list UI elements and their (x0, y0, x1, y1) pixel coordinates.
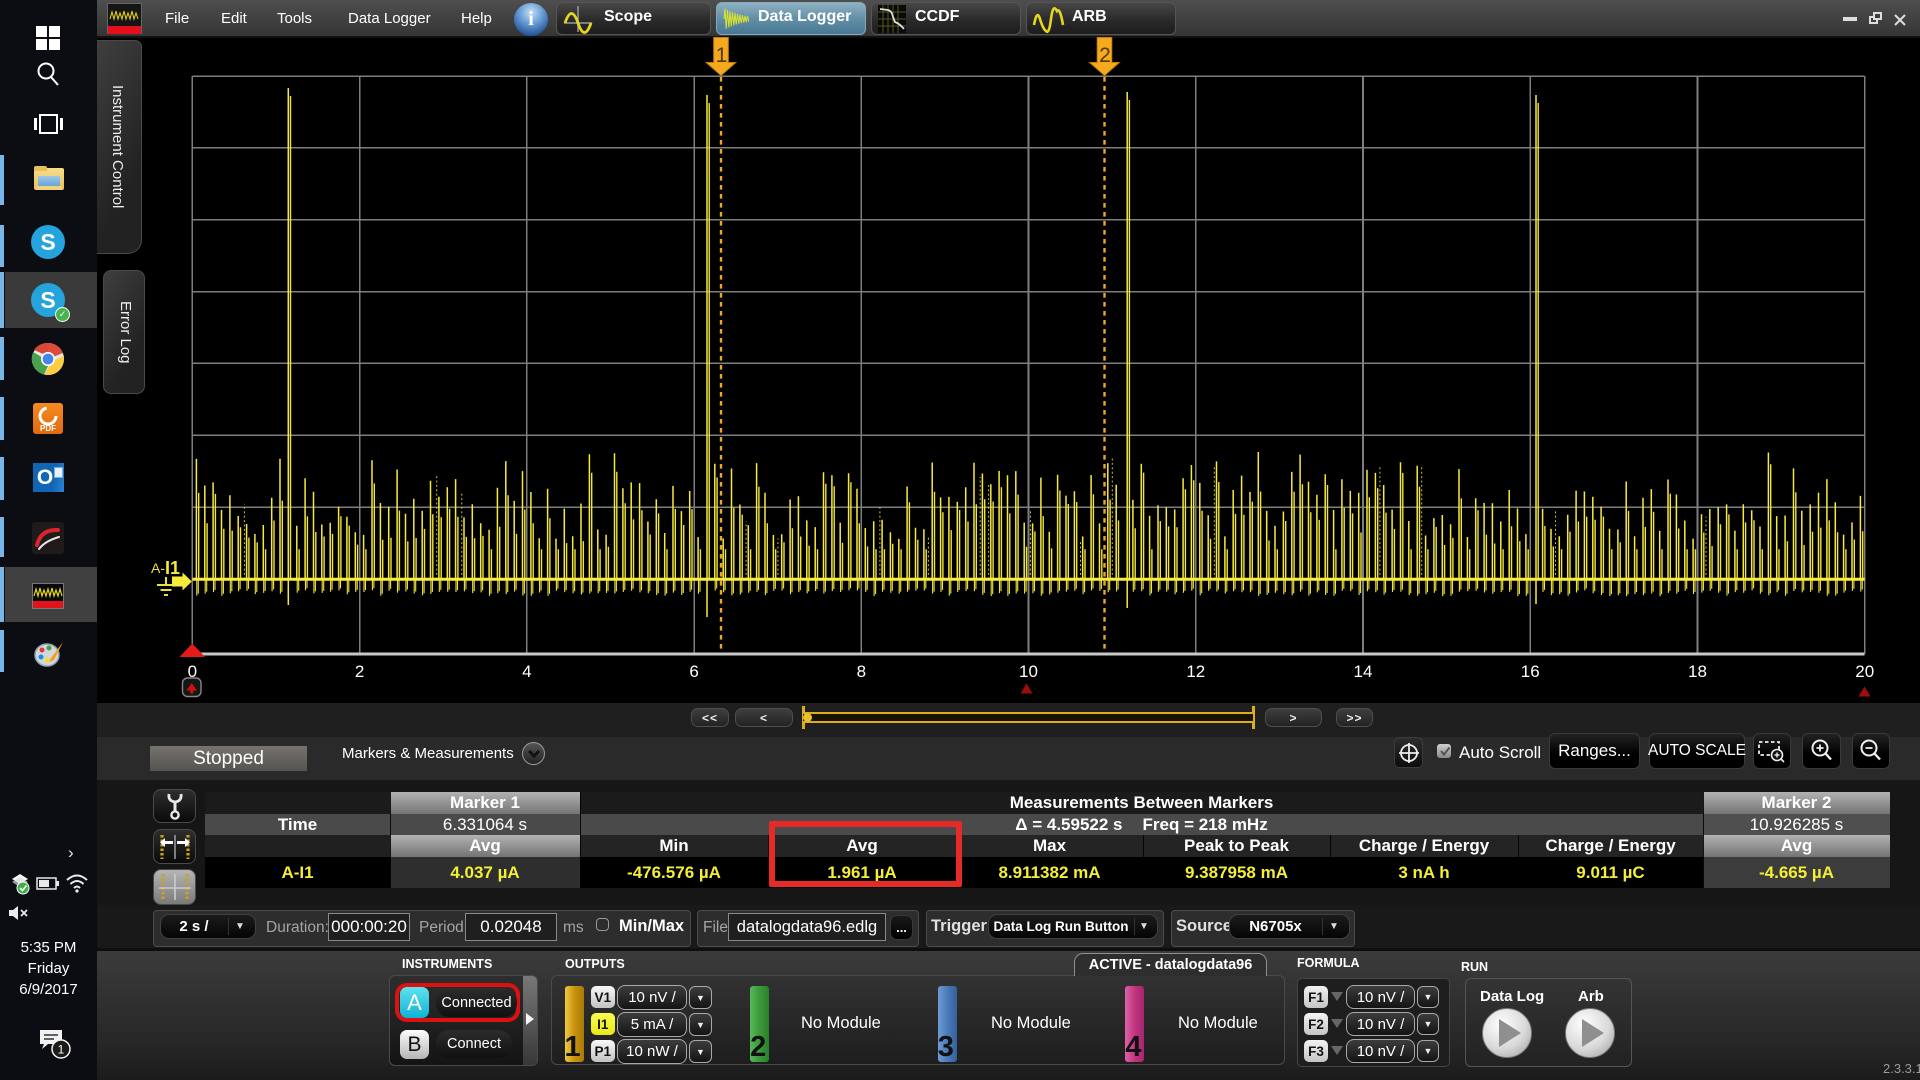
svg-text:8: 8 (857, 662, 866, 681)
svg-text:2: 2 (1099, 44, 1111, 67)
svg-text:18: 18 (1688, 662, 1707, 681)
svg-text:A-: A- (151, 560, 165, 576)
svg-text:14: 14 (1354, 662, 1373, 681)
svg-text:10: 10 (1019, 662, 1038, 681)
svg-text:20: 20 (1855, 662, 1874, 681)
svg-text:PDF: PDF (40, 424, 56, 433)
svg-text:1: 1 (58, 1043, 65, 1057)
svg-text:16: 16 (1521, 662, 1540, 681)
svg-text:2: 2 (355, 662, 364, 681)
svg-text:6: 6 (689, 662, 698, 681)
svg-text:4: 4 (522, 662, 531, 681)
svg-text:I1: I1 (165, 558, 180, 578)
svg-text:12: 12 (1186, 662, 1205, 681)
svg-text:1: 1 (716, 44, 728, 67)
